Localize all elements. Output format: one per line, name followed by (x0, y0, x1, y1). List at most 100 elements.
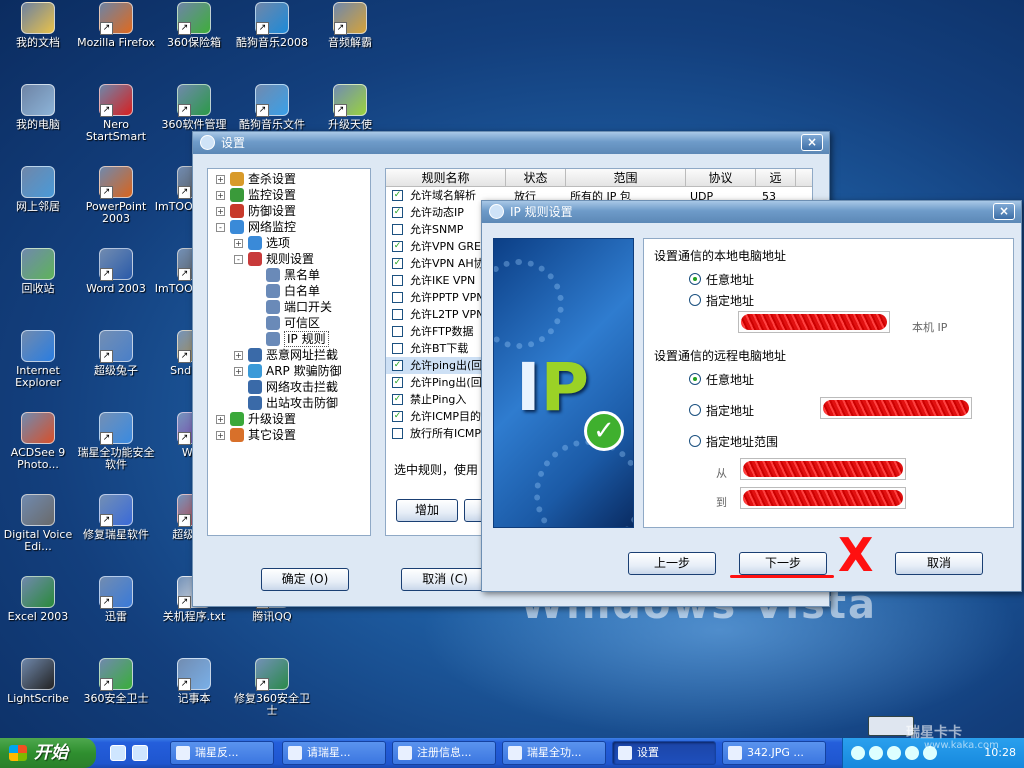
tree-item[interactable]: + 其它设置 (208, 427, 370, 443)
rule-row[interactable]: ✓ 允许ping出(回 (386, 357, 486, 374)
settings-cancel-button[interactable]: 取消 (C) (401, 568, 489, 591)
ip-dialog-close-button[interactable]: × (993, 203, 1015, 220)
rule-checkbox[interactable] (392, 224, 403, 235)
prev-step-button[interactable]: 上一步 (628, 552, 716, 575)
desktop-icon[interactable]: 升级天使 (308, 84, 392, 131)
rule-row[interactable]: 允许PPTP VPN (386, 289, 486, 306)
rule-row[interactable]: 允许L2TP VPN (386, 306, 486, 323)
tree-item[interactable]: IP 规则 (208, 331, 370, 347)
desktop-icon[interactable]: 酷狗音乐2008 (230, 2, 314, 49)
rule-checkbox[interactable] (392, 275, 403, 286)
rule-checkbox[interactable]: ✓ (392, 190, 403, 201)
desktop-icon[interactable]: 记事本 (152, 658, 236, 705)
rule-row[interactable]: ✓ 允许动态IP (386, 204, 486, 221)
taskbar-button[interactable]: 注册信息... (392, 741, 496, 765)
tree-item[interactable]: - 网络监控 (208, 219, 370, 235)
desktop-icon[interactable]: 音频解霸 (308, 2, 392, 49)
desktop-icon[interactable]: 修复瑞星软件 (74, 494, 158, 541)
ip-dialog-cancel-button[interactable]: 取消 (895, 552, 983, 575)
collapse-icon[interactable]: - (234, 255, 243, 264)
tree-item[interactable]: 网络攻击拦截 (208, 379, 370, 395)
rule-checkbox[interactable]: ✓ (392, 360, 403, 371)
desktop-icon[interactable]: 瑞星全功能安全软件 (74, 412, 158, 471)
security-icon[interactable] (869, 746, 883, 760)
range-to-input[interactable] (740, 487, 906, 509)
ip-dialog-titlebar[interactable]: IP 规则设置 × (482, 201, 1021, 223)
tree-item[interactable]: 端口开关 (208, 299, 370, 315)
rule-row[interactable]: ✓ 允许VPN AH协 (386, 255, 486, 272)
rule-row[interactable]: 放行所有ICMP (386, 425, 486, 442)
desktop-icon[interactable]: Internet Explorer (0, 330, 80, 389)
tree-item[interactable]: 黑名单 (208, 267, 370, 283)
add-rule-button[interactable]: 增加 (396, 499, 458, 522)
rule-row[interactable]: ✓ 禁止Ping入 (386, 391, 486, 408)
desktop-icon[interactable]: 360保险箱 (152, 2, 236, 49)
desktop-icon[interactable]: 修复360安全卫士 (230, 658, 314, 717)
ie-quicklaunch-icon[interactable] (110, 745, 126, 761)
rule-checkbox[interactable]: ✓ (392, 241, 403, 252)
rule-checkbox[interactable]: ✓ (392, 377, 403, 388)
desktop-icon[interactable]: 我的电脑 (0, 84, 80, 131)
desktop-icon[interactable]: 我的文档 (0, 2, 80, 49)
desktop-icon[interactable]: Nero StartSmart (74, 84, 158, 143)
rule-row[interactable]: ✓ 允许VPN GRE协 (386, 238, 486, 255)
rule-checkbox[interactable] (392, 309, 403, 320)
remote-any-radio[interactable] (689, 373, 701, 385)
network-icon[interactable] (851, 746, 865, 760)
taskbar-button[interactable]: 瑞星反... (170, 741, 274, 765)
expand-icon[interactable]: + (234, 351, 243, 360)
rule-row[interactable]: ✓ 允许Ping出(回 (386, 374, 486, 391)
expand-icon[interactable]: + (216, 415, 225, 424)
expand-icon[interactable]: + (216, 431, 225, 440)
rule-row[interactable]: 允许BT下载 (386, 340, 486, 357)
expand-icon[interactable]: + (234, 239, 243, 248)
start-button[interactable]: 开始 (0, 738, 96, 768)
tree-item[interactable]: + ARP 欺骗防御 (208, 363, 370, 379)
col-status[interactable]: 状态 (506, 169, 566, 186)
rule-checkbox[interactable]: ✓ (392, 207, 403, 218)
tree-item[interactable]: 白名单 (208, 283, 370, 299)
local-ip-input[interactable] (738, 311, 890, 333)
next-step-button[interactable]: 下一步 (739, 552, 827, 575)
desktop-icon[interactable]: 回收站 (0, 248, 80, 295)
settings-close-button[interactable]: × (801, 134, 823, 151)
desktop-icon[interactable]: LightScribe (0, 658, 80, 705)
local-any-radio[interactable] (689, 273, 701, 285)
settings-titlebar[interactable]: 设置 × (193, 132, 829, 154)
rule-row[interactable]: 允许SNMP (386, 221, 486, 238)
tree-item[interactable]: + 查杀设置 (208, 171, 370, 187)
range-from-input[interactable] (740, 458, 906, 480)
rule-row[interactable]: 允许IKE VPN (386, 272, 486, 289)
remote-range-radio[interactable] (689, 435, 701, 447)
taskbar-button[interactable]: 设置 (612, 741, 716, 765)
tree-item[interactable]: + 升级设置 (208, 411, 370, 427)
rule-checkbox[interactable] (392, 326, 403, 337)
desktop-icon[interactable]: PowerPoint 2003 (74, 166, 158, 225)
desktop-icon[interactable]: 迅雷 (74, 576, 158, 623)
rule-checkbox[interactable] (392, 343, 403, 354)
tree-item[interactable]: + 监控设置 (208, 187, 370, 203)
volume-icon[interactable] (905, 746, 919, 760)
col-scope[interactable]: 范围 (566, 169, 686, 186)
col-rule-name[interactable]: 规则名称 (386, 169, 506, 186)
desktop-icon[interactable]: 网上邻居 (0, 166, 80, 213)
taskbar-button[interactable]: 瑞星全功... (502, 741, 606, 765)
rule-checkbox[interactable] (392, 292, 403, 303)
col-remote[interactable]: 远 (756, 169, 796, 186)
desktop-icon[interactable]: 360软件管理 (152, 84, 236, 131)
desktop-icon[interactable]: Digital Voice Edi... (0, 494, 80, 553)
desktop-icon[interactable]: Word 2003 (74, 248, 158, 295)
rule-checkbox[interactable]: ✓ (392, 394, 403, 405)
taskbar-button[interactable]: 请瑞星... (282, 741, 386, 765)
rising-tray-icon[interactable] (887, 746, 901, 760)
desktop-icon[interactable]: 360安全卫士 (74, 658, 158, 705)
desktop-quicklaunch-icon[interactable] (132, 745, 148, 761)
desktop-icon[interactable]: 超级兔子 (74, 330, 158, 377)
rule-checkbox[interactable]: ✓ (392, 258, 403, 269)
desktop-icon[interactable]: Excel 2003 (0, 576, 80, 623)
tree-item[interactable]: + 防御设置 (208, 203, 370, 219)
tree-item[interactable]: 出站攻击防御 (208, 395, 370, 411)
desktop-icon[interactable]: Mozilla Firefox (74, 2, 158, 49)
expand-icon[interactable]: + (216, 191, 225, 200)
tree-item[interactable]: 可信区 (208, 315, 370, 331)
